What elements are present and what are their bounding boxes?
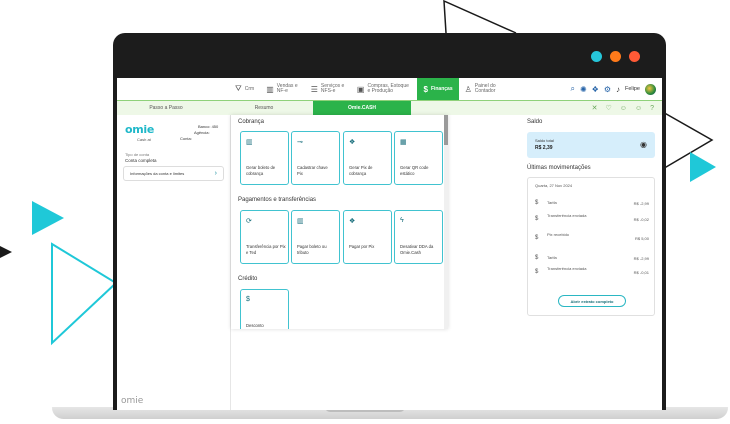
dot-orange — [610, 51, 621, 62]
money-icon: $ — [535, 216, 539, 222]
barcode-icon: ▥ — [246, 139, 253, 146]
movimentacoes-title: Últimas movimentações — [527, 165, 591, 171]
qr-code-icon: ▦ — [400, 139, 407, 146]
services-icon: ☰ — [310, 84, 318, 94]
close-icon[interactable]: ✕ — [592, 104, 598, 112]
card-gerar-boleto[interactable]: ▥ Gerar boleto de cobrança — [240, 131, 289, 185]
scrollbar[interactable] — [444, 115, 448, 329]
laptop-screen-frame: ⛛ Crm ▥ Vendas e NF-e ☰ Serviços e NFS-e ▣ C… — [113, 33, 666, 410]
nav-vendas[interactable]: ▥ Vendas e NF-e — [260, 78, 305, 100]
accountant-icon: ♙ — [464, 84, 472, 94]
section-cobranca: Cobrança — [238, 119, 265, 125]
card-transferencia[interactable]: ⟳ Transferência por Pix e Ted — [240, 210, 289, 264]
tab-tools: ✕ ♡ ☺ ☺ ? — [592, 101, 662, 115]
play-triangle-right — [690, 152, 716, 182]
heart-icon[interactable]: ♡ — [606, 104, 612, 112]
card-pagar-boleto[interactable]: ▥ Pagar boleto ou tributo — [291, 210, 340, 264]
nav-crm[interactable]: ⛛ Crm — [229, 78, 260, 100]
saldo-title: Saldo — [527, 119, 543, 125]
app-screen: ⛛ Crm ▥ Vendas e NF-e ☰ Serviços e NFS-e ▣ C… — [117, 78, 662, 410]
dollar-circle-icon: $ — [246, 296, 250, 303]
window-dots — [591, 51, 640, 62]
smile-icon[interactable]: ☺ — [620, 105, 627, 112]
account-type-label: Tipo de conta — [125, 152, 150, 157]
dot-red — [629, 51, 640, 62]
money-icon: $ — [535, 200, 539, 206]
gift-icon[interactable]: ❖ — [592, 85, 599, 94]
card-cadastrar-chave-pix[interactable]: ⊸ Cadastrar chave Pix — [291, 131, 340, 185]
dot-cyan — [591, 51, 602, 62]
user-name[interactable]: Felipe — [625, 86, 640, 92]
mov-date: Quarta, 27 Nov 2024 — [535, 183, 573, 188]
nav-contador[interactable]: ♙ Painel do Contador — [459, 78, 507, 100]
box-icon: ▣ — [356, 84, 365, 94]
tab-passo-a-passo[interactable]: Passo a Passo — [117, 101, 215, 115]
list-item[interactable]: $ Pix recebido R$ 5,00 — [535, 232, 649, 246]
nav-compras[interactable]: ▣ Compras, Estoque e Produção — [351, 78, 418, 100]
section-credito: Crédito — [238, 276, 258, 282]
search-icon[interactable]: ⌕ — [570, 84, 574, 94]
list-item[interactable]: $ Transferência enviada R$ -0,01 — [535, 266, 649, 280]
account-panel: omie Cash at Banco: 450 Agência: Conta: … — [117, 115, 231, 410]
triangle-outline-top — [443, 0, 517, 34]
list-item[interactable]: $ Transferência enviada R$ -0,02 — [535, 213, 649, 227]
saldo-value: R$ 2,39 — [535, 145, 553, 151]
pix-icon: ❖ — [349, 218, 356, 225]
transfer-icon: ⟳ — [246, 218, 252, 225]
nav-right-tools: ⌕ ✺ ❖ ⚙ ♪ Felipe — [570, 83, 662, 95]
gear-icon[interactable]: ⚙ — [604, 85, 611, 94]
dollar-icon: $ — [423, 84, 428, 94]
list-item[interactable]: $ Tarifa R$ -2,99 — [535, 252, 649, 266]
chevron-right-icon: › — [214, 170, 217, 177]
open-statement-button[interactable]: Abrir extrato completo — [558, 295, 626, 307]
card-gerar-pix[interactable]: ❖ Gerar Pix de cobrança — [343, 131, 392, 185]
pix-icon: ❖ — [349, 139, 356, 146]
bar-chart-icon: ▥ — [266, 84, 274, 94]
bell-icon[interactable]: ♪ — [616, 85, 620, 94]
help-icon[interactable]: ? — [650, 105, 654, 112]
tab-omie-cash[interactable]: Omie.CASH — [313, 101, 411, 115]
apps-icon[interactable]: ✺ — [580, 85, 587, 94]
actions-panel: Cobrança ▥ Gerar boleto de cobrança ⊸ Ca… — [231, 115, 448, 329]
account-info-button[interactable]: Informações da conta e limites › — [123, 166, 224, 181]
lightning-icon: ϟ — [400, 217, 404, 224]
omie-logo: omie — [125, 123, 155, 136]
card-desativar-dda[interactable]: ϟ Desativar DDA da Omie.Cash — [394, 210, 443, 264]
funnel-icon: ⛛ — [235, 84, 242, 93]
key-icon: ⊸ — [297, 139, 303, 146]
card-gerar-qr[interactable]: ▦ Gerar QR code estático — [394, 131, 443, 185]
emoji-icon[interactable]: ☺ — [635, 105, 642, 112]
card-pagar-pix[interactable]: ❖ Pagar por Pix — [343, 210, 392, 264]
saldo-card: Saldo total R$ 2,39 ◉ — [527, 132, 655, 158]
money-icon: $ — [535, 255, 539, 261]
logo-subtitle: Cash at — [137, 137, 151, 142]
nav-financas[interactable]: $ Finanças — [417, 78, 459, 100]
barcode-icon: ▥ — [297, 218, 304, 225]
play-triangle-left — [32, 201, 64, 235]
money-icon: $ — [535, 235, 539, 241]
nav-servicos[interactable]: ☰ Serviços e NFS-e — [305, 78, 351, 100]
footer-logo: omie — [121, 396, 144, 406]
triangle-outline-left — [51, 242, 118, 346]
section-pagamentos: Pagamentos e transferências — [238, 197, 317, 203]
list-item[interactable]: $ Tarifa R$ -2,99 — [535, 197, 649, 211]
money-icon: $ — [535, 269, 539, 275]
card-desconto[interactable]: $ Desconto — [240, 289, 289, 329]
scrollbar-thumb[interactable] — [444, 115, 448, 145]
bank-info: Banco: 450 Agência: Conta: — [180, 124, 219, 141]
balance-panel: Saldo Saldo total R$ 2,39 ◉ Últimas movi… — [521, 115, 662, 410]
top-nav: ⛛ Crm ▥ Vendas e NF-e ☰ Serviços e NFS-e ▣ C… — [117, 78, 662, 100]
small-triangle — [0, 246, 12, 258]
tab-resumo[interactable]: Resumo — [215, 101, 313, 115]
avatar[interactable] — [645, 83, 656, 95]
account-type-value: Conta completa — [125, 158, 157, 163]
eye-icon[interactable]: ◉ — [640, 140, 647, 149]
tab-bar: Passo a Passo Resumo Omie.CASH ✕ ♡ ☺ ☺ ? — [117, 100, 662, 115]
movimentacoes-list: Quarta, 27 Nov 2024 $ Tarifa R$ -2,99 $ … — [527, 177, 655, 316]
